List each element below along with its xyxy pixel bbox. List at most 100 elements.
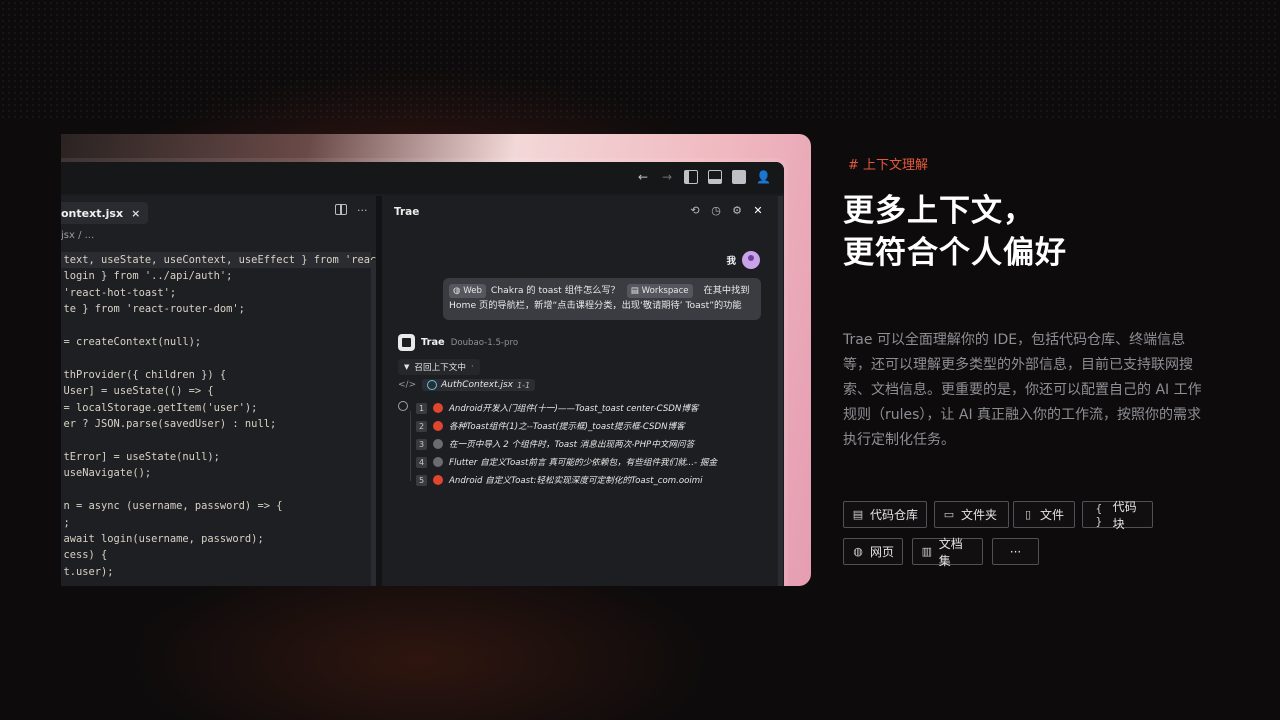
- bot-header: Trae Doubao-1.5-pro: [398, 334, 518, 351]
- recall-context-toggle[interactable]: ▼ 召回上下文中 ·: [398, 359, 480, 375]
- button-label: 网页: [870, 545, 895, 559]
- file-icon: ▯: [1024, 508, 1032, 521]
- braces-icon: { }: [1095, 501, 1103, 528]
- headline-line-2: 更符合个人偏好: [843, 235, 1067, 271]
- button-label: 代码块: [1112, 499, 1137, 531]
- context-file-chip[interactable]: AuthContext.jsx 1-1: [422, 379, 536, 391]
- result-title: Android开发入门组件(十一)——Toast_toast center-CS…: [449, 404, 699, 414]
- search-result-item[interactable]: 1 Android开发入门组件(十一)——Toast_toast center-C…: [416, 399, 699, 417]
- result-number: 5: [416, 474, 427, 486]
- dot-pattern: [0, 0, 1280, 120]
- site-favicon-icon: [433, 421, 443, 431]
- context-file-row: </> AuthContext.jsx 1-1: [398, 379, 536, 391]
- close-icon[interactable]: ×: [131, 207, 140, 220]
- headline-line-1: 更多上下文，: [843, 193, 1035, 229]
- code-line[interactable]: [61, 482, 371, 498]
- trae-logo-icon: [398, 334, 415, 351]
- more-actions-icon[interactable]: ···: [357, 204, 368, 217]
- forward-arrow-icon[interactable]: →: [660, 170, 674, 184]
- globe-icon: [398, 401, 408, 411]
- search-result-item[interactable]: 5 Android 自定义Toast:轻松实现深度可定制化的Toast_com.o…: [416, 471, 703, 489]
- code-line[interactable]: 'react-hot-toast';: [61, 285, 371, 301]
- code-line[interactable]: [61, 318, 371, 334]
- code-line[interactable]: cess) {: [61, 547, 371, 563]
- ide-screenshot-card: ← → 👤 ontext.jsx × ··· jsx / ... text, u…: [61, 134, 811, 586]
- code-line[interactable]: ;: [61, 515, 371, 531]
- context-button-more[interactable]: ···: [992, 538, 1039, 565]
- book-icon: ▥: [921, 545, 933, 558]
- context-button-braces[interactable]: { } 代码块: [1082, 500, 1153, 531]
- code-content[interactable]: text, useState, useContext, useEffect } …: [61, 252, 395, 580]
- user-label: 我: [726, 256, 736, 267]
- folder-icon: ▭: [943, 508, 955, 521]
- code-line[interactable]: [61, 350, 371, 366]
- workspace-chip[interactable]: ▤ Workspace: [626, 284, 693, 298]
- code-line[interactable]: n = async (username, password) => {: [61, 498, 371, 514]
- headline: 更多上下文， 更符合个人偏好: [843, 190, 1067, 274]
- close-icon[interactable]: ✕: [752, 204, 764, 217]
- button-label: 代码仓库: [870, 508, 919, 522]
- account-icon[interactable]: 👤: [756, 170, 771, 184]
- code-line[interactable]: useNavigate();: [61, 465, 371, 481]
- recall-label: 召回上下文中: [414, 363, 466, 373]
- code-line[interactable]: User] = useState(() => {: [61, 383, 371, 399]
- result-number: 2: [416, 420, 427, 432]
- code-line[interactable]: tError] = useState(null);: [61, 449, 371, 465]
- button-label: 文件夹: [961, 508, 998, 522]
- web-chip[interactable]: ◍ Web: [449, 284, 486, 298]
- code-line[interactable]: text, useState, useContext, useEffect } …: [61, 252, 395, 269]
- back-arrow-icon[interactable]: ←: [636, 170, 650, 184]
- context-button-globe[interactable]: ◍ 网页: [843, 538, 903, 565]
- bot-model: Doubao-1.5-pro: [450, 337, 519, 348]
- title-bar: ← → 👤: [61, 162, 784, 194]
- context-button-folder[interactable]: ▭ 文件夹: [934, 501, 1009, 528]
- left-panel-icon[interactable]: [684, 170, 698, 184]
- user-message-header: 我: [726, 251, 760, 269]
- workspace-icon: ▤: [630, 286, 639, 296]
- code-line[interactable]: = createContext(null);: [61, 334, 371, 350]
- web-chip-label: Web: [463, 286, 482, 296]
- panel-actions: ⟲ ◷ ⚙ ✕: [689, 204, 764, 217]
- button-label: 文件: [1040, 508, 1065, 522]
- code-line[interactable]: login } from '../api/auth';: [61, 268, 371, 284]
- globe-icon: ◍: [853, 545, 863, 558]
- panel-title: Trae: [394, 206, 420, 218]
- site-favicon-icon: [433, 403, 443, 413]
- context-button-book[interactable]: ▥ 文档集: [912, 537, 983, 568]
- workspace-chip-label: Workspace: [641, 286, 689, 296]
- site-favicon-icon: [433, 475, 443, 485]
- search-result-item[interactable]: 2 各种Toast组件(1)之--Toast(提示框)_toast提示框-CSDN…: [416, 417, 685, 435]
- code-line[interactable]: er ? JSON.parse(savedUser) : null;: [61, 416, 371, 432]
- split-editor-icon[interactable]: [335, 204, 347, 215]
- search-result-item[interactable]: 4 Flutter 自定义Toast前言 真可能的少依赖包，有些组件我们就...-…: [416, 453, 717, 471]
- bottom-panel-icon[interactable]: [708, 170, 722, 184]
- search-result-item[interactable]: 3 在一页中导入 2 个组件时，Toast 消息出现两次-PHP中文网问答: [416, 435, 694, 453]
- result-number: 3: [416, 438, 427, 450]
- new-chat-icon[interactable]: ⟲: [689, 204, 701, 217]
- code-line[interactable]: await login(username, password);: [61, 531, 371, 547]
- context-file-range: 1-1: [517, 380, 531, 390]
- right-panel-icon[interactable]: [732, 170, 746, 184]
- code-line[interactable]: te } from 'react-router-dom';: [61, 301, 371, 317]
- react-icon: [427, 380, 438, 390]
- result-number: 4: [416, 456, 427, 468]
- code-line[interactable]: [61, 432, 371, 448]
- breadcrumb[interactable]: jsx / ...: [61, 230, 94, 241]
- context-button-file[interactable]: ▯ 文件: [1013, 501, 1075, 528]
- editor-tab[interactable]: ontext.jsx ×: [61, 202, 149, 224]
- site-favicon-icon: [433, 439, 443, 449]
- code-editor: ontext.jsx × ··· jsx / ... text, useStat…: [61, 196, 395, 586]
- result-title: 在一页中导入 2 个组件时，Toast 消息出现两次-PHP中文网问答: [449, 440, 695, 450]
- editor-tab-label: ontext.jsx: [61, 206, 124, 220]
- gear-icon[interactable]: ⚙: [731, 204, 743, 217]
- description: Trae 可以全面理解你的 IDE，包括代码仓库、终端信息等，还可以理解更多类型…: [843, 332, 1202, 448]
- panel-scrollbar[interactable]: [778, 196, 783, 586]
- context-file-name: AuthContext.jsx: [441, 380, 514, 390]
- history-icon[interactable]: ◷: [710, 204, 722, 217]
- code-line[interactable]: t.user);: [61, 564, 371, 580]
- code-line[interactable]: = localStorage.getItem('user');: [61, 400, 371, 416]
- context-button-repo[interactable]: ▤ 代码仓库: [843, 501, 927, 528]
- code-line[interactable]: thProvider({ children }) {: [61, 367, 371, 383]
- repo-icon: ▤: [852, 508, 864, 521]
- code-icon: </>: [398, 380, 417, 390]
